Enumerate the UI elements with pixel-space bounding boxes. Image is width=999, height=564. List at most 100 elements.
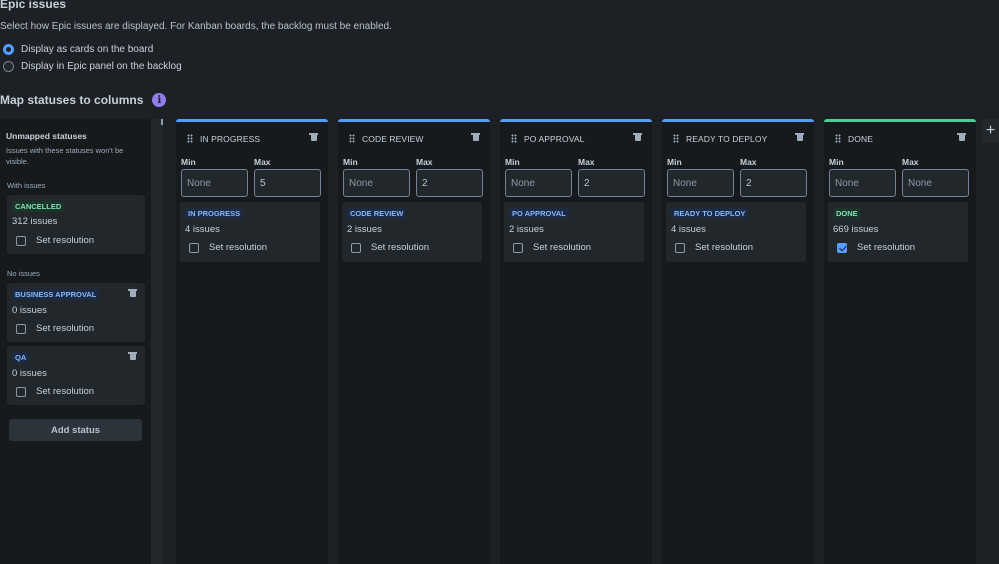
min-input[interactable]: None bbox=[667, 169, 734, 197]
set-resolution[interactable]: Set resolution bbox=[513, 242, 591, 253]
column-in-progress[interactable]: IN PROGRESS Min Max None 5 IN PROGRESS 4… bbox=[176, 119, 328, 564]
panel-divider[interactable] bbox=[151, 119, 164, 564]
max-input[interactable]: 2 bbox=[416, 169, 483, 197]
issue-count: 2 issues bbox=[509, 224, 544, 235]
set-resolution-checkbox[interactable] bbox=[16, 323, 26, 334]
min-input[interactable]: None bbox=[181, 169, 248, 197]
column-name: CODE REVIEW bbox=[362, 134, 424, 144]
issue-count: 0 issues bbox=[12, 305, 47, 316]
column-name: IN PROGRESS bbox=[200, 134, 261, 144]
drag-handle-icon[interactable] bbox=[673, 134, 679, 143]
epic-issues-title: Epic issues bbox=[0, 0, 67, 11]
drag-handle-icon[interactable] bbox=[511, 134, 517, 143]
status-card-qa[interactable]: QA 0 issues Set resolution bbox=[7, 346, 145, 405]
min-input[interactable]: None bbox=[343, 169, 410, 197]
column-ready-to-deploy[interactable]: READY TO DEPLOY Min Max None 2 READY TO … bbox=[662, 119, 814, 564]
set-resolution-label: Set resolution bbox=[857, 242, 916, 253]
issue-count: 312 issues bbox=[12, 216, 58, 227]
status-lozenge: BUSINESS APPROVAL bbox=[12, 289, 100, 300]
set-resolution-checkbox[interactable] bbox=[351, 242, 361, 253]
trash-icon[interactable] bbox=[128, 289, 137, 297]
epic-issues-description: Select how Epic issues are displayed. Fo… bbox=[0, 21, 392, 32]
column-po-approval[interactable]: PO APPROVAL Min Max None 2 PO APPROVAL 2… bbox=[500, 119, 652, 564]
set-resolution[interactable]: Set resolution bbox=[16, 386, 94, 397]
radio-button[interactable] bbox=[3, 61, 14, 72]
status-card[interactable]: READY TO DEPLOY 4 issues Set resolution bbox=[666, 202, 806, 262]
trash-icon[interactable] bbox=[128, 352, 137, 360]
set-resolution[interactable]: Set resolution bbox=[16, 323, 94, 334]
with-issues-label: With issues bbox=[7, 181, 46, 190]
status-card[interactable]: DONE 669 issues Set resolution bbox=[828, 202, 968, 262]
set-resolution-label: Set resolution bbox=[371, 242, 430, 253]
max-input[interactable]: 2 bbox=[578, 169, 645, 197]
no-issues-label: No issues bbox=[7, 269, 40, 278]
unmapped-title: Unmapped statuses bbox=[6, 131, 87, 141]
min-label: Min bbox=[505, 157, 520, 167]
set-resolution-checkbox[interactable] bbox=[16, 235, 26, 246]
status-card-cancelled[interactable]: CANCELLED 312 issues Set resolution bbox=[7, 195, 145, 254]
set-resolution-label: Set resolution bbox=[36, 386, 95, 397]
issue-count: 4 issues bbox=[185, 224, 220, 235]
status-card-business-approval[interactable]: BUSINESS APPROVAL 0 issues Set resolutio… bbox=[7, 283, 145, 342]
status-lozenge: IN PROGRESS bbox=[185, 208, 244, 219]
radio-label: Display as cards on the board bbox=[21, 44, 154, 55]
set-resolution[interactable]: Set resolution bbox=[351, 242, 429, 253]
min-input[interactable]: None bbox=[505, 169, 572, 197]
max-input[interactable]: 2 bbox=[740, 169, 807, 197]
column-name: PO APPROVAL bbox=[524, 134, 585, 144]
set-resolution-label: Set resolution bbox=[36, 323, 95, 334]
min-input[interactable]: None bbox=[829, 169, 896, 197]
set-resolution-label: Set resolution bbox=[36, 235, 95, 246]
set-resolution-checkbox[interactable] bbox=[189, 242, 199, 253]
column-done[interactable]: DONE Min Max None None DONE 669 issues S… bbox=[824, 119, 976, 564]
status-card[interactable]: PO APPROVAL 2 issues Set resolution bbox=[504, 202, 644, 262]
status-lozenge: CANCELLED bbox=[12, 201, 65, 212]
max-input[interactable]: 5 bbox=[254, 169, 321, 197]
add-column-button[interactable]: + bbox=[982, 119, 999, 143]
min-label: Min bbox=[181, 157, 196, 167]
set-resolution[interactable]: Set resolution bbox=[837, 242, 915, 253]
set-resolution-label: Set resolution bbox=[209, 242, 268, 253]
issue-count: 0 issues bbox=[12, 368, 47, 379]
status-card[interactable]: CODE REVIEW 2 issues Set resolution bbox=[342, 202, 482, 262]
radio-display-epic-panel[interactable]: Display in Epic panel on the backlog bbox=[3, 61, 182, 72]
drag-handle-icon[interactable] bbox=[187, 134, 193, 143]
drag-handle-icon[interactable] bbox=[349, 134, 355, 143]
set-resolution-checkbox[interactable] bbox=[837, 242, 847, 253]
status-lozenge: READY TO DEPLOY bbox=[671, 208, 749, 219]
set-resolution-checkbox[interactable] bbox=[16, 386, 26, 397]
max-label: Max bbox=[416, 157, 433, 167]
set-resolution[interactable]: Set resolution bbox=[189, 242, 267, 253]
radio-label: Display in Epic panel on the backlog bbox=[21, 61, 182, 72]
status-card[interactable]: IN PROGRESS 4 issues Set resolution bbox=[180, 202, 320, 262]
trash-icon[interactable] bbox=[309, 133, 318, 141]
set-resolution-checkbox[interactable] bbox=[675, 242, 685, 253]
set-resolution-label: Set resolution bbox=[533, 242, 592, 253]
trash-icon[interactable] bbox=[471, 133, 480, 141]
column-code-review[interactable]: CODE REVIEW Min Max None 2 CODE REVIEW 2… bbox=[338, 119, 490, 564]
max-label: Max bbox=[740, 157, 757, 167]
map-statuses-heading: Map statuses to columns bbox=[0, 93, 144, 107]
radio-button-selected[interactable] bbox=[3, 44, 14, 55]
issue-count: 669 issues bbox=[833, 224, 879, 235]
max-label: Max bbox=[902, 157, 919, 167]
status-lozenge: QA bbox=[12, 352, 30, 363]
max-label: Max bbox=[578, 157, 595, 167]
status-lozenge: CODE REVIEW bbox=[347, 208, 407, 219]
max-input[interactable]: None bbox=[902, 169, 969, 197]
min-label: Min bbox=[829, 157, 844, 167]
column-name: DONE bbox=[848, 134, 873, 144]
panel-gap bbox=[163, 119, 175, 564]
trash-icon[interactable] bbox=[795, 133, 804, 141]
trash-icon[interactable] bbox=[633, 133, 642, 141]
set-resolution[interactable]: Set resolution bbox=[675, 242, 753, 253]
info-icon[interactable]: i bbox=[152, 93, 167, 107]
set-resolution[interactable]: Set resolution bbox=[16, 235, 94, 246]
add-status-button[interactable]: Add status bbox=[9, 419, 142, 441]
set-resolution-checkbox[interactable] bbox=[513, 242, 523, 253]
radio-display-cards[interactable]: Display as cards on the board bbox=[3, 44, 153, 55]
unmapped-subtitle: Issues with these statuses won't be visi… bbox=[6, 146, 124, 166]
issue-count: 2 issues bbox=[347, 224, 382, 235]
drag-handle-icon[interactable] bbox=[835, 134, 841, 143]
trash-icon[interactable] bbox=[957, 133, 966, 141]
